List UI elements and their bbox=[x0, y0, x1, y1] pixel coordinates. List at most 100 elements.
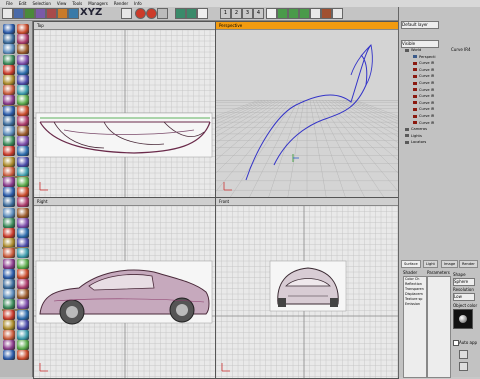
polygon-icon[interactable] bbox=[121, 8, 132, 19]
loft-tool-icon[interactable] bbox=[3, 75, 15, 85]
spline-tool-icon[interactable] bbox=[3, 207, 15, 218]
render-settings-icon[interactable] bbox=[157, 8, 168, 19]
helix-tool-icon[interactable] bbox=[3, 217, 15, 228]
tree-item[interactable]: Curve IR bbox=[413, 81, 434, 85]
torus-tool-icon[interactable] bbox=[17, 115, 29, 126]
rotate-icon[interactable] bbox=[35, 8, 46, 19]
viewport-front[interactable]: Front bbox=[215, 197, 399, 379]
circle-tool-icon[interactable] bbox=[17, 207, 29, 218]
tree-item[interactable]: Cameras bbox=[405, 127, 427, 131]
spline-icon[interactable] bbox=[266, 8, 277, 19]
light-icon[interactable] bbox=[57, 8, 68, 19]
tree-item[interactable]: Lights bbox=[405, 134, 422, 138]
move-icon[interactable] bbox=[13, 8, 24, 19]
sweep-tool-icon[interactable] bbox=[17, 319, 29, 330]
environment-icon[interactable] bbox=[321, 8, 332, 19]
tree-item[interactable]: Perspecti bbox=[413, 55, 435, 59]
page-2-button[interactable]: 2 bbox=[231, 8, 242, 19]
tab-surface[interactable]: Surface bbox=[401, 260, 421, 268]
lathe-tool-icon[interactable] bbox=[17, 309, 29, 320]
extrude-tool-icon[interactable] bbox=[3, 64, 15, 75]
twist-tool-icon[interactable] bbox=[17, 248, 29, 259]
menu-view[interactable]: View bbox=[57, 1, 67, 6]
tree-item[interactable]: Curve IR bbox=[413, 74, 434, 78]
reset-icon[interactable] bbox=[459, 362, 468, 371]
text-tool-icon[interactable] bbox=[17, 54, 29, 65]
sphere-tool-icon[interactable] bbox=[17, 105, 29, 116]
sweep-tool-icon[interactable] bbox=[17, 156, 29, 167]
sphere-tool-icon[interactable] bbox=[17, 268, 29, 279]
torus-tool-icon[interactable] bbox=[17, 197, 29, 208]
spline-tool-icon[interactable] bbox=[3, 44, 15, 55]
circle-tool-icon[interactable] bbox=[17, 126, 29, 136]
twist-tool-icon[interactable] bbox=[17, 85, 29, 96]
layout-icon[interactable] bbox=[197, 8, 208, 19]
cube-tool-icon[interactable] bbox=[3, 24, 15, 34]
lathe-tool-icon[interactable] bbox=[17, 64, 29, 75]
camera-tool-icon[interactable] bbox=[17, 258, 29, 269]
resolution-dropdown[interactable]: Low bbox=[453, 293, 475, 301]
lathe-tool-icon[interactable] bbox=[17, 146, 29, 157]
menu-selection[interactable]: Selection bbox=[32, 1, 50, 6]
tree-item[interactable]: Curve IR bbox=[413, 88, 434, 92]
viewport-top[interactable]: Top bbox=[33, 21, 216, 198]
tab-image[interactable]: Image bbox=[441, 260, 459, 268]
cone-tool-icon[interactable] bbox=[3, 115, 15, 126]
page-1-button[interactable]: 1 bbox=[220, 8, 231, 19]
cone-tool-icon[interactable] bbox=[3, 34, 15, 45]
text-tool-icon[interactable] bbox=[17, 136, 29, 147]
tab-render[interactable]: Render bbox=[459, 260, 478, 268]
circle-tool-icon[interactable] bbox=[17, 44, 29, 55]
camera-zoom-icon[interactable] bbox=[186, 8, 197, 19]
cube-tool-icon[interactable] bbox=[3, 350, 15, 361]
spline-tool-icon[interactable] bbox=[3, 289, 15, 300]
torus-tool-icon[interactable] bbox=[17, 279, 29, 289]
viewport-perspective[interactable]: Perspective bbox=[215, 21, 399, 198]
sphere-tool-icon[interactable] bbox=[17, 187, 29, 198]
viewport-canvas[interactable] bbox=[34, 30, 215, 197]
sphere-tool-icon[interactable] bbox=[17, 24, 29, 34]
helix-tool-icon[interactable] bbox=[3, 136, 15, 147]
camera-tool-icon[interactable] bbox=[17, 177, 29, 187]
filter-dropdown[interactable]: Visible bbox=[401, 40, 439, 48]
viewport-canvas[interactable] bbox=[216, 206, 398, 378]
tree-item[interactable]: Curve IR bbox=[413, 94, 434, 98]
tab-light[interactable]: Light bbox=[423, 260, 438, 268]
deform-icon[interactable] bbox=[288, 8, 299, 19]
array-icon[interactable] bbox=[299, 8, 310, 19]
tree-item[interactable]: Curve IR bbox=[413, 107, 434, 111]
cone-tool-icon[interactable] bbox=[3, 279, 15, 289]
torus-tool-icon[interactable] bbox=[17, 34, 29, 45]
sphere-tool-icon[interactable] bbox=[17, 350, 29, 361]
camera-move-icon[interactable] bbox=[175, 8, 186, 19]
menu-render[interactable]: Render bbox=[114, 1, 128, 6]
bend-tool-icon[interactable] bbox=[3, 330, 15, 340]
menu-edit[interactable]: Edit bbox=[19, 1, 27, 6]
tree-item[interactable]: Curve IR bbox=[413, 61, 434, 65]
tree-item[interactable]: Curve IR bbox=[413, 68, 434, 72]
scale-icon[interactable] bbox=[24, 8, 35, 19]
extrude-tool-icon[interactable] bbox=[3, 309, 15, 320]
cube-tool-icon[interactable] bbox=[3, 268, 15, 279]
tree-item[interactable]: World bbox=[405, 48, 421, 52]
nurbs-icon[interactable] bbox=[277, 8, 288, 19]
material-preview[interactable] bbox=[453, 309, 473, 329]
loft-tool-icon[interactable] bbox=[3, 156, 15, 167]
axis-label[interactable]: XYZ bbox=[80, 7, 102, 18]
viewport-right[interactable]: Right bbox=[33, 197, 216, 379]
camera-tool-icon[interactable] bbox=[17, 340, 29, 351]
cone-tool-icon[interactable] bbox=[3, 197, 15, 208]
menu-info[interactable]: Info bbox=[134, 1, 142, 6]
lathe-tool-icon[interactable] bbox=[17, 228, 29, 238]
light-tool-icon[interactable] bbox=[3, 177, 15, 187]
viewport-canvas[interactable] bbox=[216, 30, 398, 197]
cube-tool-icon[interactable] bbox=[3, 105, 15, 116]
object-icon[interactable] bbox=[68, 8, 79, 19]
page-3-button[interactable]: 3 bbox=[242, 8, 253, 19]
sky-icon[interactable] bbox=[332, 8, 343, 19]
circle-tool-icon[interactable] bbox=[17, 289, 29, 300]
light-tool-icon[interactable] bbox=[3, 340, 15, 351]
tree-item[interactable]: Curve IR bbox=[413, 121, 434, 125]
spline-tool-icon[interactable] bbox=[3, 126, 15, 136]
page-4-button[interactable]: 4 bbox=[253, 8, 264, 19]
